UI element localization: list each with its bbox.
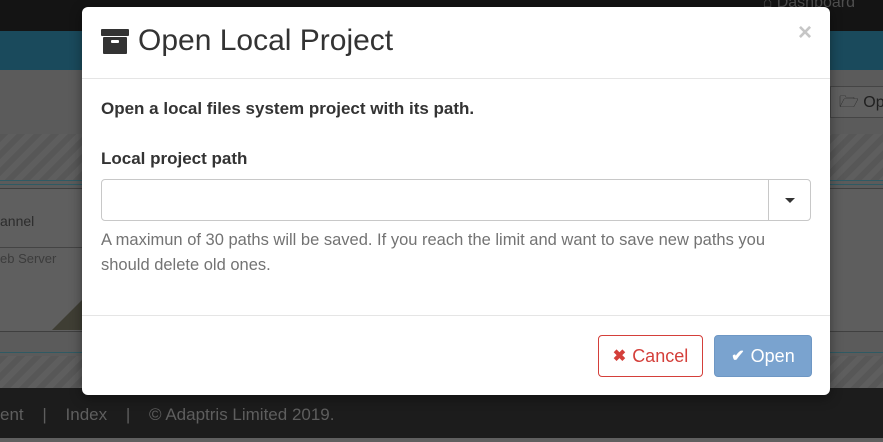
dialog-title-text: Open Local Project xyxy=(138,24,394,57)
footer-copyright: © Adaptris Limited 2019. xyxy=(149,405,335,424)
dialog-title: Open Local Project xyxy=(101,24,393,58)
web-server-label: eb Server xyxy=(0,251,57,266)
cancel-button-label: Cancel xyxy=(632,345,689,366)
open-button-label: Open xyxy=(750,345,795,366)
footer-separator: | xyxy=(125,405,131,424)
open-project-dialog: Open Local Project × Open a local files … xyxy=(82,7,830,395)
check-icon: ✔ xyxy=(731,348,745,365)
divider xyxy=(0,247,85,248)
open-button[interactable]: ✔ Open xyxy=(714,335,812,377)
cancel-button[interactable]: ✖ Cancel xyxy=(598,335,703,377)
path-input[interactable] xyxy=(102,180,762,220)
path-combobox xyxy=(101,179,811,221)
channel-label: annel xyxy=(0,213,35,229)
path-dropdown-toggle[interactable] xyxy=(768,180,810,220)
footer-index-link: Index xyxy=(65,405,108,424)
caret-down-icon xyxy=(784,197,795,203)
right-panel xyxy=(830,188,883,332)
dialog-description: Open a local files system project with i… xyxy=(101,99,475,118)
dialog-header: Open Local Project × xyxy=(82,7,830,79)
times-icon: ✖ xyxy=(612,348,627,365)
footer-link: ent xyxy=(0,405,24,424)
path-field-label: Local project path xyxy=(101,149,248,168)
dialog-footer: ✖ Cancel ✔ Open xyxy=(82,315,830,396)
close-icon[interactable]: × xyxy=(798,21,812,45)
footer-separator: | xyxy=(42,405,47,424)
bg-open-button: 🗁 Op xyxy=(830,86,883,118)
path-help-text: A maximun of 30 paths will be saved. If … xyxy=(101,231,766,274)
archive-icon xyxy=(101,29,129,54)
corner-decoration xyxy=(52,300,82,330)
